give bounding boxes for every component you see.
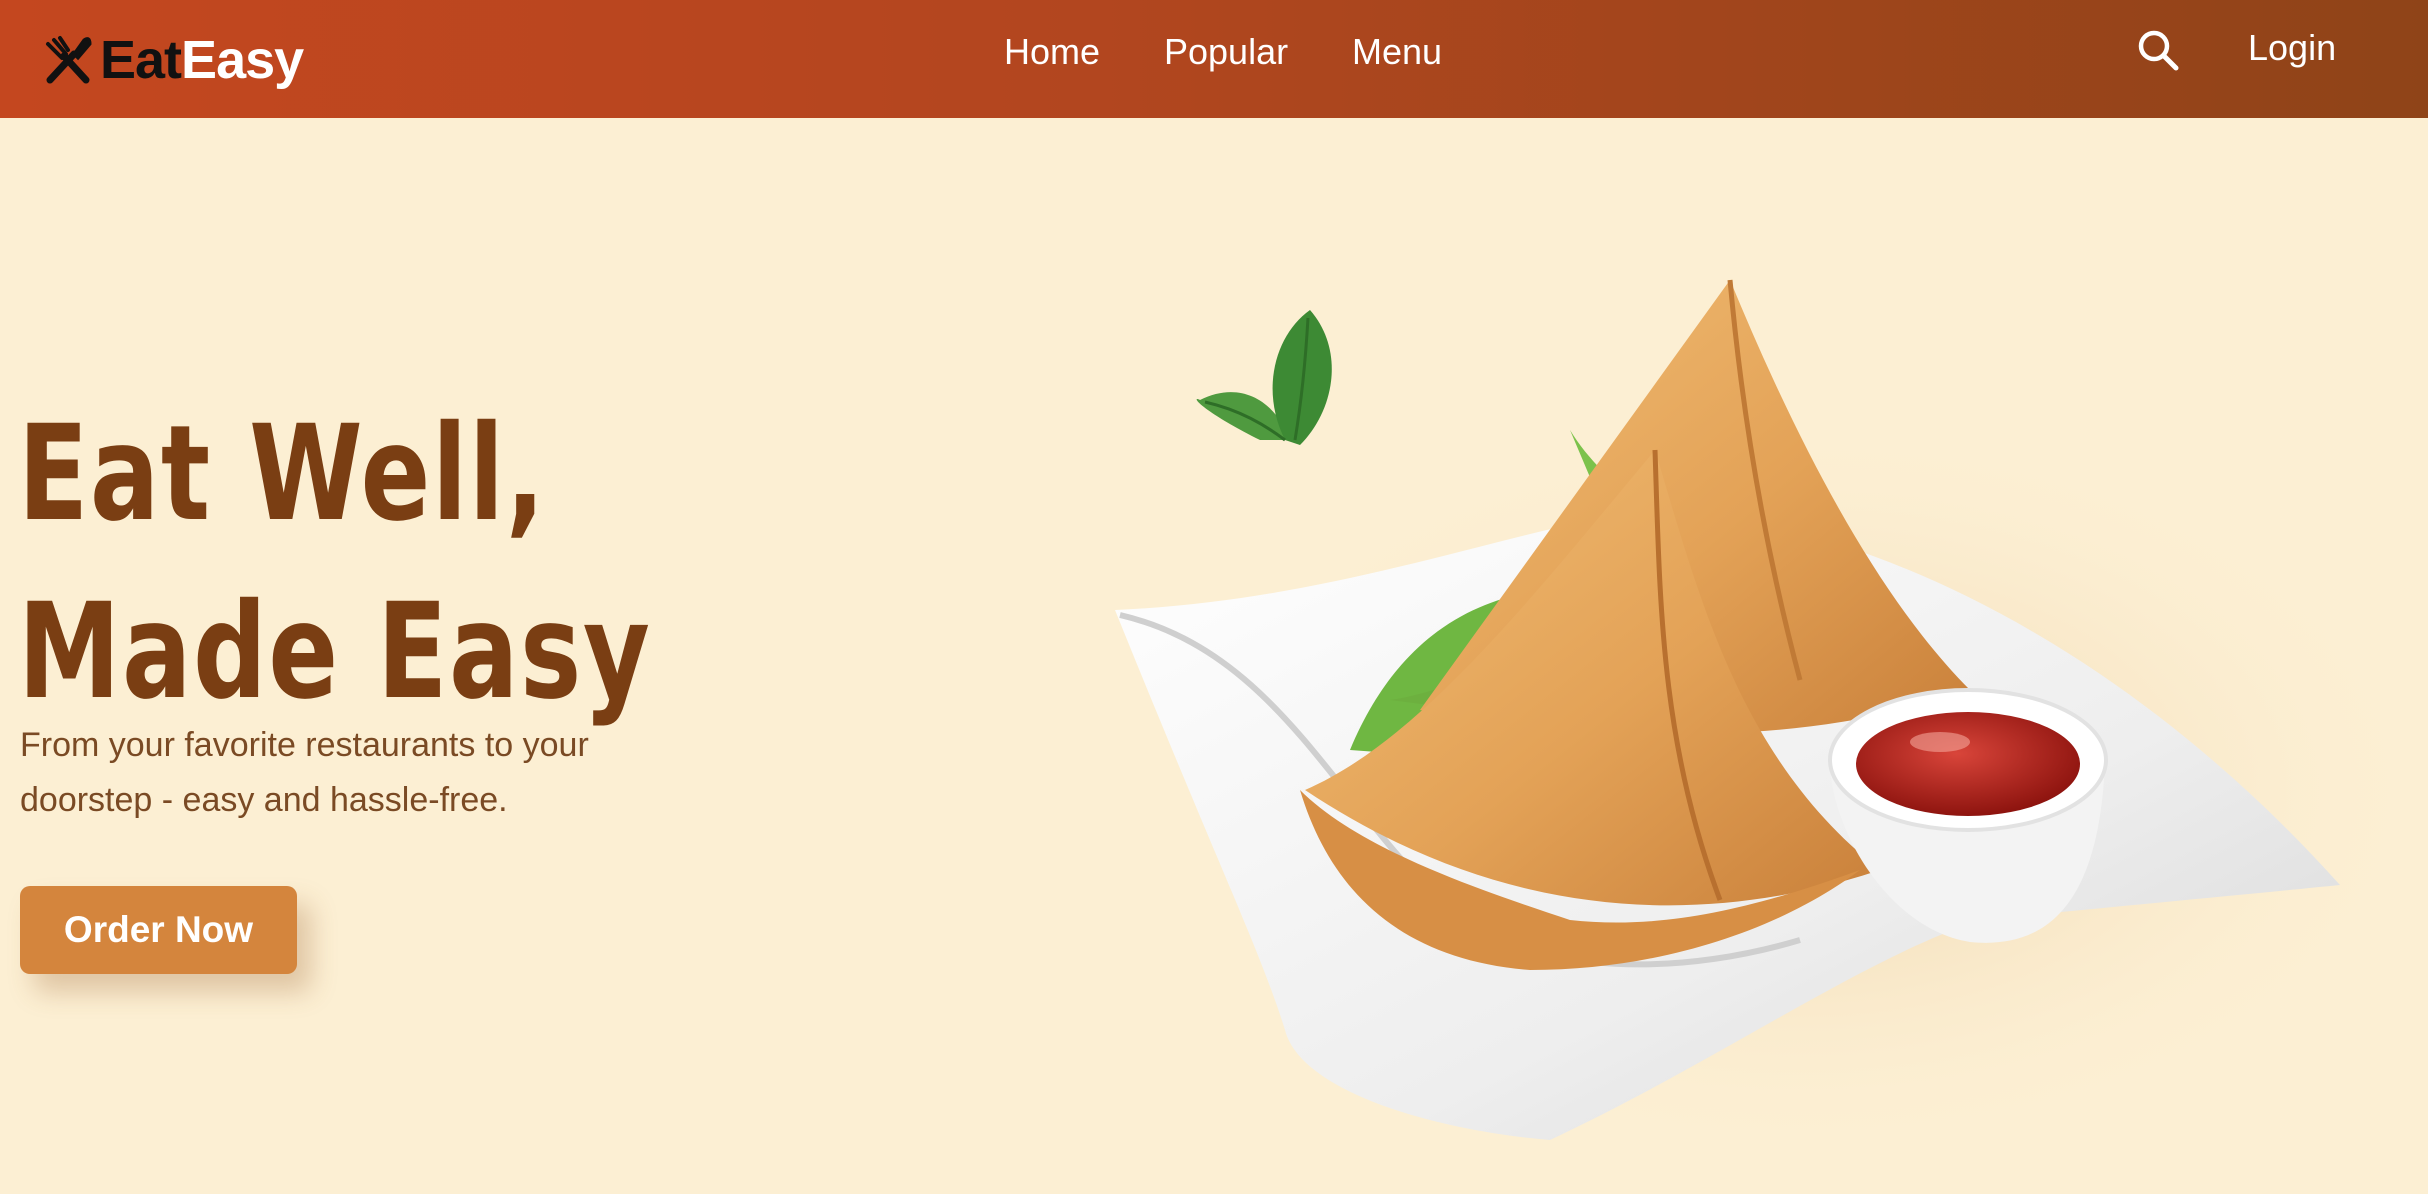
nav-link-home[interactable]: Home xyxy=(1004,32,1100,72)
nav-link-menu[interactable]: Menu xyxy=(1352,32,1442,72)
main-nav: Home Popular Menu xyxy=(0,0,2428,118)
hero-title: Eat Well, Made Easy xyxy=(18,385,652,741)
login-link[interactable]: Login xyxy=(2248,28,2336,68)
search-button[interactable] xyxy=(2136,28,2180,72)
hero-title-line1: Eat Well, xyxy=(18,397,547,551)
nav-link-popular[interactable]: Popular xyxy=(1164,32,1288,72)
mint-leaf-icon xyxy=(1196,310,1332,445)
hero-food-image xyxy=(1115,279,2390,1160)
search-icon xyxy=(2138,30,2179,71)
hero-title-line2: Made Easy xyxy=(18,575,652,729)
hero-subtitle: From your favorite restaurants to your d… xyxy=(20,726,589,819)
order-now-button[interactable]: Order Now xyxy=(20,886,297,974)
navbar: EatEasy Home Popular Menu Login xyxy=(0,0,2428,118)
